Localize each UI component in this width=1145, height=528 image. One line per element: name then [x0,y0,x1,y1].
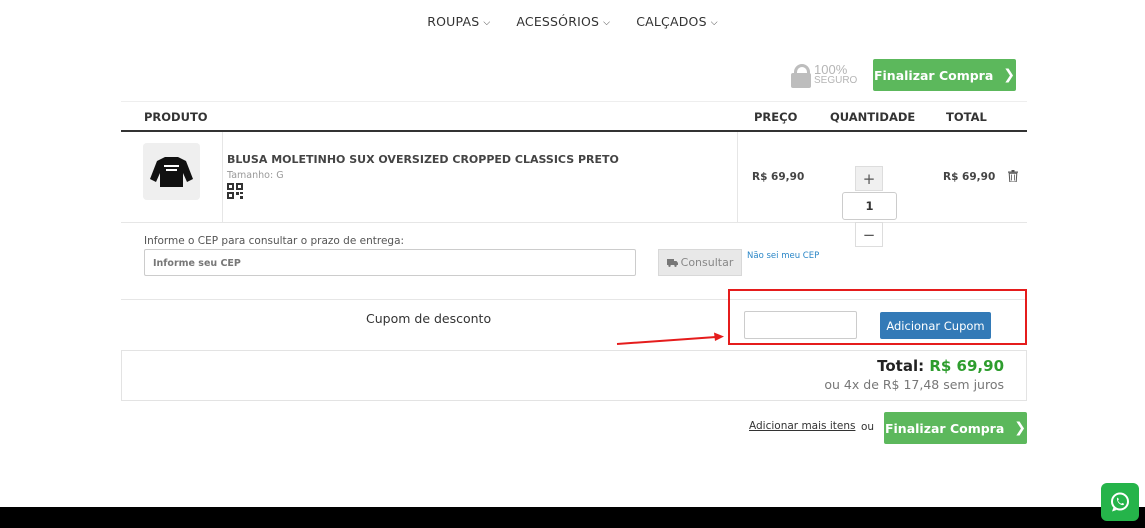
whatsapp-button[interactable] [1101,483,1139,521]
trash-icon[interactable] [1008,170,1018,182]
consultar-label: Consultar [680,256,734,269]
or-text: ou [861,421,875,433]
chevron-down-icon: ⌵ [710,18,718,28]
table-row: BLUSA MOLETINHO SUX OVERSIZED CROPPED CL… [121,132,1027,247]
nav-item-roupas[interactable]: ROUPAS ⌵ [427,14,490,29]
qr-code-icon[interactable] [227,183,243,199]
cep-label: Informe o CEP para consultar o prazo de … [144,235,405,247]
whatsapp-icon [1111,492,1129,512]
cell-divider [222,132,223,222]
nav-item-calcados[interactable]: CALÇADOS ⌵ [636,14,718,29]
secure-badge: 100% SEGURO [790,63,860,91]
chevron-down-icon: ⌵ [483,18,491,28]
chevron-right-icon: ❯ [1014,420,1027,436]
coupon-input[interactable] [744,311,857,339]
lock-icon-body [791,73,811,88]
quantity-field[interactable]: 1 [842,192,897,220]
checkout-label: Finalizar Compra [873,67,994,83]
cell-divider [737,132,738,222]
product-size: Tamanho: G [227,170,284,181]
consultar-button[interactable]: Consultar [658,249,742,276]
product-name[interactable]: BLUSA MOLETINHO SUX OVERSIZED CROPPED CL… [227,153,619,166]
order-total: Total: R$ 69,90 [850,357,1004,375]
header-price: PREÇO [754,110,798,124]
checkout-button-bottom[interactable]: Finalizar Compra ❯ [884,412,1027,444]
top-nav: ROUPAS ⌵ ACESSÓRIOS ⌵ CALÇADOS ⌵ [0,14,1145,29]
nav-label: CALÇADOS [636,14,707,29]
add-more-items-link[interactable]: Adicionar mais itens [749,420,855,432]
header-quantity: QUANTIDADE [830,110,916,124]
quantity-increase-button[interactable]: + [855,166,883,191]
cart-table: PRODUTO PREÇO QUANTIDADE TOTAL BLUSA MOL… [121,101,1027,247]
table-header: PRODUTO PREÇO QUANTIDADE TOTAL [121,101,1027,132]
add-coupon-button[interactable]: Adicionar Cupom [880,312,991,339]
cep-input[interactable]: Informe seu CEP [144,249,636,276]
coupon-label: Cupom de desconto [366,311,492,326]
installments-text: ou 4x de R$ 17,48 sem juros [824,377,1004,392]
nav-label: ACESSÓRIOS [516,14,600,29]
chevron-right-icon: ❯ [1003,67,1016,83]
checkout-button-top[interactable]: Finalizar Compra ❯ [873,59,1016,91]
nav-label: ROUPAS [427,14,480,29]
secure-label: SEGURO [814,75,858,86]
product-total: R$ 69,90 [943,171,996,183]
annotation-arrow [616,332,724,345]
nav-item-acessorios[interactable]: ACESSÓRIOS ⌵ [516,14,610,29]
header-product: PRODUTO [144,110,208,124]
checkout-label: Finalizar Compra [884,420,1005,436]
product-price: R$ 69,90 [752,171,805,183]
plus-icon: + [862,169,876,188]
quantity-decrease-button[interactable]: − [855,222,883,247]
product-image[interactable] [143,143,200,200]
minus-icon: − [862,225,876,244]
total-value: R$ 69,90 [929,357,1004,375]
header-total: TOTAL [946,110,987,124]
truck-icon [666,258,678,267]
unknown-cep-link[interactable]: Não sei meu CEP [747,251,819,261]
total-label: Total: [877,357,925,375]
footer-bar [0,507,1145,528]
chevron-down-icon: ⌵ [603,18,611,28]
secure-text: 100% SEGURO [814,63,858,86]
